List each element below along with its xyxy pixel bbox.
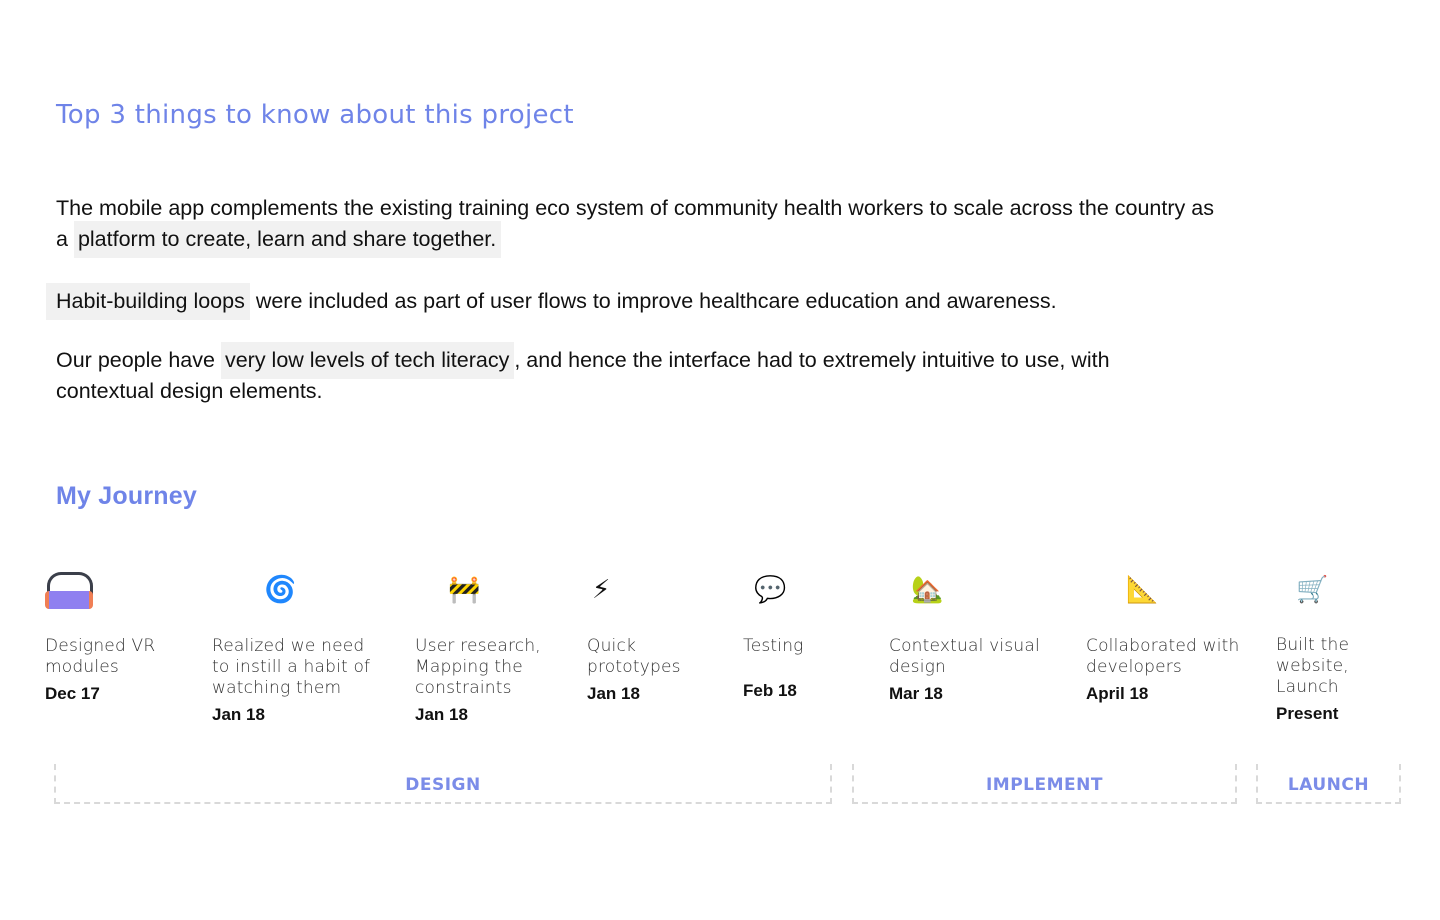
key-point-2: Habit-building loops were included as pa… [46, 283, 1256, 320]
key-point-1: The mobile app complements the existing … [56, 193, 1216, 258]
journey-step-date: Jan 18 [415, 705, 468, 724]
phase-label: LAUNCH [1287, 775, 1370, 795]
journey-step-vr-modules: VR Designed VR modules Dec 17 [45, 570, 220, 704]
triangle-ruler-icon: 📐 [1126, 575, 1159, 605]
journey-step-date: Jan 18 [212, 705, 265, 724]
highlighted-phrase: platform to create, learn and share toge… [73, 221, 502, 258]
journey-step-label: User research, Mapping the constraints [415, 636, 541, 698]
journey-step-research: 🚧 User research, Mapping the constraints… [415, 570, 590, 725]
construction-barrier-icon: 🚧 [448, 575, 481, 605]
phase-label: DESIGN [405, 775, 481, 795]
key-point-3: Our people have very low levels of tech … [56, 342, 1116, 407]
journey-step-prototypes: ⚡ Quick prototypes Jan 18 [587, 570, 727, 704]
journey-step-date: Jan 18 [587, 684, 640, 703]
journey-step-label: Collaborated with developers [1086, 636, 1240, 677]
shopping-cart-icon: 🛒 [1296, 575, 1329, 605]
journey-step-label: Quick prototypes [587, 636, 681, 677]
phase-label: IMPLEMENT [985, 775, 1103, 795]
key-point-text: Our people have [56, 348, 221, 372]
key-point-text: were included as part of user flows to i… [249, 289, 1057, 313]
section-heading-top3: Top 3 things to know about this project [56, 100, 574, 130]
phase-design: DESIGN [54, 764, 832, 804]
vr-headset-icon: VR [45, 570, 220, 618]
house-garden-icon: 🏡 [911, 575, 944, 605]
journey-step-visual-design: 🏡 Contextual visual design Mar 18 [889, 570, 1064, 704]
phase-launch: LAUNCH [1256, 764, 1401, 804]
journey-step-date: April 18 [1086, 684, 1149, 703]
journey-step-date: Mar 18 [889, 684, 943, 703]
journey-step-label: Built the website, Launch [1276, 635, 1350, 697]
journey-step-date: Feb 18 [743, 681, 797, 700]
journey-step-label: Realized we need to instill a habit of w… [212, 636, 371, 698]
journey-step-date: Present [1276, 704, 1339, 723]
journey-step-label: Contextual visual design [889, 636, 1040, 677]
journey-step-label: Testing [743, 636, 804, 656]
journey-step-date: Dec 17 [45, 684, 100, 703]
journey-step-testing: 💬 Testing Feb 18 [743, 570, 873, 701]
phase-implement: IMPLEMENT [852, 764, 1237, 804]
journey-step-developers: 📐 Collaborated with developers April 18 [1086, 570, 1261, 704]
journey-step-habit: 🌀 Realized we need to instill a habit of… [212, 570, 387, 725]
highlighted-phrase: Habit-building loops [46, 283, 250, 320]
section-heading-journey: My Journey [56, 482, 197, 510]
spiral-icon: 🌀 [264, 575, 297, 605]
journey-step-label: Designed VR modules [45, 636, 156, 677]
journey-step-launch: 🛒 Built the website, Launch Present [1276, 570, 1416, 724]
speech-bubble-icon: 💬 [754, 575, 787, 605]
highlighted-phrase: very low levels of tech literacy [220, 342, 515, 379]
lightning-icon: ⚡ [592, 575, 611, 605]
